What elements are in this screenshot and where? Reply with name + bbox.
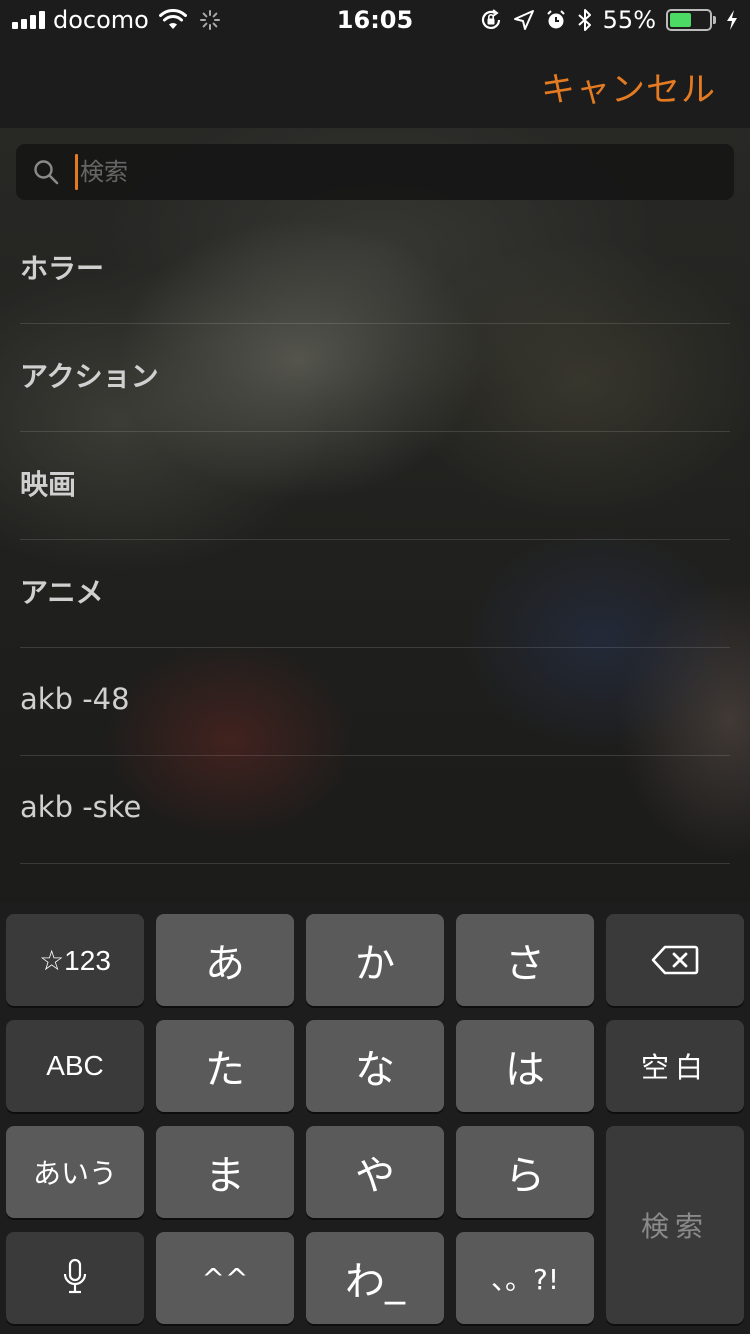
text-cursor <box>75 154 78 190</box>
key-ma[interactable]: ま <box>156 1126 294 1218</box>
battery-icon <box>666 9 716 31</box>
key-kana-mode[interactable]: あいう <box>6 1126 144 1218</box>
key-ta[interactable]: た <box>156 1020 294 1112</box>
mic-key[interactable] <box>6 1232 144 1324</box>
microphone-icon <box>63 1258 87 1294</box>
key-sa[interactable]: さ <box>456 914 594 1006</box>
search-icon <box>34 160 59 185</box>
signal-strength-icon <box>12 11 45 29</box>
key-a[interactable]: あ <box>156 914 294 1006</box>
key-ha[interactable]: は <box>456 1020 594 1112</box>
suggestion-list: ホラー アクション 映画 アニメ akb -48 akb -ske <box>20 216 730 864</box>
key-symbols[interactable]: ☆123 <box>6 914 144 1006</box>
key-ra[interactable]: ら <box>456 1126 594 1218</box>
search-bar[interactable] <box>16 144 734 200</box>
navigation-bar: キャンセル <box>0 40 750 128</box>
key-abc[interactable]: ABC <box>6 1020 144 1112</box>
suggestion-item[interactable]: アニメ <box>20 540 730 648</box>
key-ka[interactable]: か <box>306 914 444 1006</box>
search-key[interactable]: 検索 <box>606 1126 744 1324</box>
key-wa[interactable]: わ_ <box>306 1232 444 1324</box>
status-bar: docomo 16:05 55% <box>0 0 750 40</box>
alarm-icon <box>546 10 565 29</box>
space-key[interactable]: 空白 <box>606 1020 744 1112</box>
suggestion-item[interactable]: akb -48 <box>20 648 730 756</box>
location-arrow-icon <box>513 10 534 30</box>
battery-percent: 55% <box>602 6 656 34</box>
delete-key[interactable] <box>606 914 744 1006</box>
suggestion-item[interactable]: ホラー <box>20 216 730 324</box>
japanese-flick-keyboard: ☆123 あ か さ ABC た な は 空白 あいう ま や ら 検索 ^^ … <box>0 902 750 1334</box>
key-punctuation[interactable]: 、。?! <box>456 1232 594 1324</box>
suggestion-item[interactable]: アクション <box>20 324 730 432</box>
key-ya[interactable]: や <box>306 1126 444 1218</box>
carrier-name: docomo <box>53 6 149 34</box>
suggestion-item[interactable]: 映画 <box>20 432 730 540</box>
search-input[interactable] <box>80 158 680 186</box>
key-na[interactable]: な <box>306 1020 444 1112</box>
activity-spinner-icon <box>199 10 220 30</box>
charging-bolt-icon <box>727 10 737 30</box>
wifi-icon <box>158 9 187 29</box>
cancel-button[interactable]: キャンセル <box>541 62 716 111</box>
orientation-lock-icon <box>481 9 500 29</box>
suggestion-item[interactable]: akb -ske <box>20 756 730 864</box>
delete-icon <box>651 945 699 975</box>
key-dakuten[interactable]: ^^ <box>156 1232 294 1324</box>
battery-level <box>670 13 691 27</box>
bluetooth-icon <box>577 9 591 31</box>
